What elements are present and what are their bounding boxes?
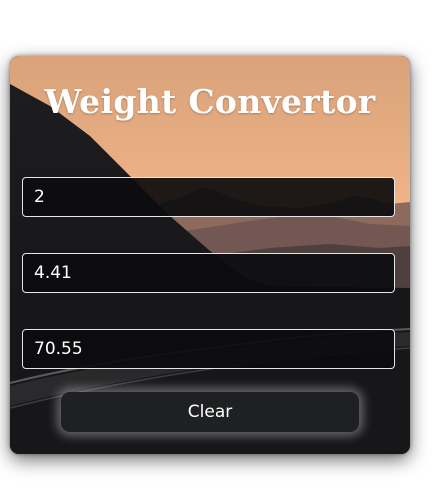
second-value-input[interactable]: 4.41	[22, 253, 395, 293]
first-value-input[interactable]: 2	[22, 177, 395, 217]
app-title: Weight Convertor	[44, 82, 376, 121]
clear-button[interactable]: Clear	[61, 392, 359, 432]
third-value-input[interactable]: 70.55	[22, 329, 395, 369]
converter-card: Weight Convertor 2 4.41 70.55 Clear	[10, 56, 410, 454]
page: Weight Convertor 2 4.41 70.55 Clear	[0, 0, 435, 492]
